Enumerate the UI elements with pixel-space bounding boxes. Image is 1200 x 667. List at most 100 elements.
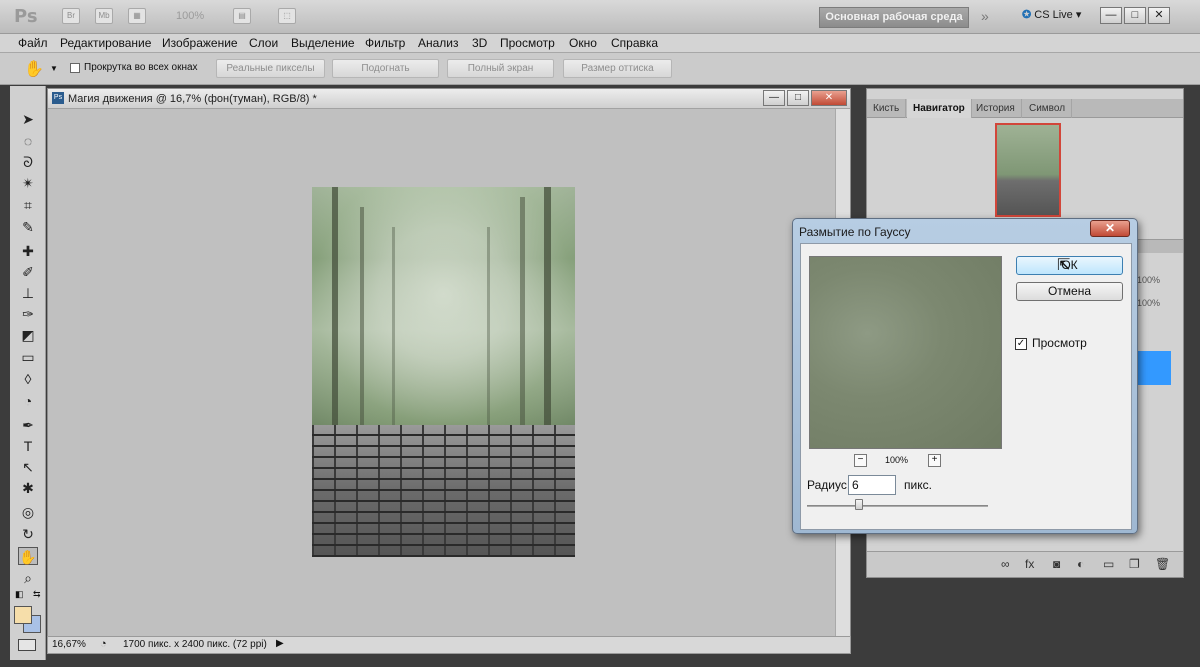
path-selection-tool-icon[interactable]: ↖ [18, 458, 38, 476]
menu-image[interactable]: Изображение [162, 36, 238, 50]
tab-character[interactable]: Символ [1023, 99, 1073, 118]
actual-pixels-button[interactable]: Реальные пикселы [216, 59, 325, 78]
dialog-close-button[interactable]: ✕ [1090, 220, 1130, 237]
menu-edit[interactable]: Редактирование [60, 36, 151, 50]
quick-selection-tool-icon[interactable]: ✴ [18, 174, 38, 192]
menu-file[interactable]: Файл [18, 36, 48, 50]
status-icon[interactable]: ◔ [100, 638, 107, 650]
cancel-button[interactable]: Отмена [1016, 282, 1123, 301]
mask-icon[interactable]: ◙ [1053, 557, 1060, 571]
link-layers-icon[interactable]: ∞ [1001, 557, 1010, 571]
view-extras-button[interactable]: ▦ [128, 8, 146, 24]
marquee-tool-icon[interactable]: ◌ [18, 132, 38, 150]
dodge-tool-icon[interactable]: ◔ [18, 392, 38, 410]
folder-icon[interactable]: ▭ [1103, 557, 1114, 571]
maximize-button[interactable]: □ [1124, 7, 1146, 24]
status-bar: 16,67% ◔ 1700 пикс. x 2400 пикс. (72 ppi… [47, 636, 851, 654]
fill-screen-button[interactable]: Полный экран [447, 59, 554, 78]
zoom-field[interactable]: 16,67% [52, 639, 86, 650]
tools-panel: ➤ ◌ ᘐ ✴ ⌗ ✎ ✚ ✐ ⊥ ✑ ◩ ▭ ◊ ◔ ✒ T ↖ ✱ ◎ ↻ … [10, 86, 46, 660]
document-title: Магия движения @ 16,7% (фон(туман), RGB/… [68, 93, 317, 105]
preview-label: Просмотр [1032, 336, 1087, 350]
bridge-button[interactable]: Br [62, 8, 80, 24]
tab-navigator[interactable]: Навигатор [907, 99, 972, 118]
healing-brush-tool-icon[interactable]: ✚ [18, 242, 38, 260]
arrange-documents-button[interactable]: ▤ [233, 8, 251, 24]
brush-tool-icon[interactable]: ✐ [18, 263, 38, 281]
trash-icon[interactable]: 🗑 [1155, 557, 1170, 571]
foreground-color-swatch[interactable] [14, 606, 32, 624]
document-info: 1700 пикс. x 2400 пикс. (72 ppi) [123, 639, 267, 650]
hand-tool-icon[interactable]: ✋ [18, 547, 38, 565]
fit-screen-button[interactable]: Подогнать [332, 59, 439, 78]
lasso-tool-icon[interactable]: ᘐ [18, 153, 38, 171]
cs-live-button[interactable]: ✪ CS Live ▾ [1022, 8, 1081, 21]
preview-zoom-level: 100% [885, 455, 909, 465]
mouse-cursor-icon: ⇱ [1057, 257, 1071, 274]
tab-brush[interactable]: Кисть [867, 99, 907, 118]
zoom-in-button[interactable]: + [928, 454, 941, 467]
scroll-all-checkbox[interactable] [70, 63, 80, 73]
opacity-value[interactable]: 100% [1137, 275, 1160, 285]
move-tool-icon[interactable]: ➤ [18, 110, 38, 128]
menu-select[interactable]: Выделение [291, 36, 355, 50]
dialog-title: Размытие по Гауссу [799, 225, 911, 239]
radius-slider-thumb[interactable] [855, 499, 863, 510]
cs-live-icon: ✪ [1022, 9, 1032, 21]
zoom-out-button[interactable]: − [854, 454, 867, 467]
workspace-more-icon[interactable]: » [981, 8, 989, 24]
menu-window[interactable]: Окно [569, 36, 597, 50]
shape-tool-icon[interactable]: ✱ [18, 479, 38, 497]
gradient-tool-icon[interactable]: ▭ [18, 348, 38, 366]
clone-stamp-tool-icon[interactable]: ⊥ [18, 284, 38, 302]
screen-mode-button[interactable]: ⬚ [278, 8, 296, 24]
selected-layer-row[interactable] [1133, 351, 1171, 385]
minimize-button[interactable]: — [1100, 7, 1122, 24]
3d-rotate-tool-icon[interactable]: ◎ [18, 503, 38, 521]
adjustment-icon[interactable]: ◐ [1077, 557, 1084, 571]
zoom-tool-icon[interactable]: ⌕ [18, 569, 38, 587]
scroll-all-label: Прокрутка во всех окнах [84, 62, 198, 73]
photoshop-logo: Ps [14, 6, 38, 27]
fx-icon[interactable]: fx [1025, 557, 1034, 571]
menu-3d[interactable]: 3D [472, 36, 487, 50]
blur-tool-icon[interactable]: ◊ [18, 370, 38, 388]
new-layer-icon[interactable]: ❐ [1129, 557, 1140, 571]
doc-close-button[interactable]: ✕ [811, 90, 847, 106]
print-size-button[interactable]: Размер оттиска [563, 59, 672, 78]
default-colors-icon[interactable]: ◧ [15, 589, 24, 600]
zoom-level[interactable]: 100% [176, 10, 204, 22]
quick-mask-icon[interactable] [18, 639, 36, 651]
tab-history[interactable]: История [970, 99, 1022, 118]
radius-slider-track[interactable] [807, 505, 988, 507]
doc-minimize-button[interactable]: — [763, 90, 785, 106]
menu-bar: Файл Редактирование Изображение Слои Выд… [0, 34, 1200, 53]
document-image[interactable] [312, 187, 575, 557]
navigator-thumbnail[interactable] [995, 123, 1061, 217]
preview-checkbox[interactable]: ✓ [1015, 338, 1027, 350]
pen-tool-icon[interactable]: ✒ [18, 416, 38, 434]
eraser-tool-icon[interactable]: ◩ [18, 326, 38, 344]
status-menu-arrow-icon[interactable]: ▶ [276, 638, 284, 649]
chevron-down-icon[interactable]: ▼ [50, 64, 58, 73]
document-tab[interactable]: Ps Магия движения @ 16,7% (фон(туман), R… [48, 89, 850, 109]
crop-tool-icon[interactable]: ⌗ [18, 196, 38, 214]
history-brush-tool-icon[interactable]: ✑ [18, 305, 38, 323]
type-tool-icon[interactable]: T [18, 437, 38, 455]
menu-help[interactable]: Справка [611, 36, 658, 50]
blur-preview[interactable] [809, 256, 1002, 449]
radius-input[interactable]: 6 [848, 475, 896, 495]
3d-orbit-tool-icon[interactable]: ↻ [18, 525, 38, 543]
menu-layers[interactable]: Слои [249, 36, 278, 50]
eyedropper-tool-icon[interactable]: ✎ [18, 218, 38, 236]
hand-tool-preset-icon[interactable]: ✋ [24, 59, 44, 79]
close-app-button[interactable]: ✕ [1148, 7, 1170, 24]
menu-view[interactable]: Просмотр [500, 36, 555, 50]
swap-colors-icon[interactable]: ⇆ [33, 589, 41, 600]
menu-filter[interactable]: Фильтр [365, 36, 405, 50]
minibridge-button[interactable]: Mb [95, 8, 113, 24]
doc-maximize-button[interactable]: □ [787, 90, 809, 106]
fill-value[interactable]: 100% [1137, 298, 1160, 308]
menu-analysis[interactable]: Анализ [418, 36, 459, 50]
workspace-button[interactable]: Основная рабочая среда [819, 7, 969, 28]
